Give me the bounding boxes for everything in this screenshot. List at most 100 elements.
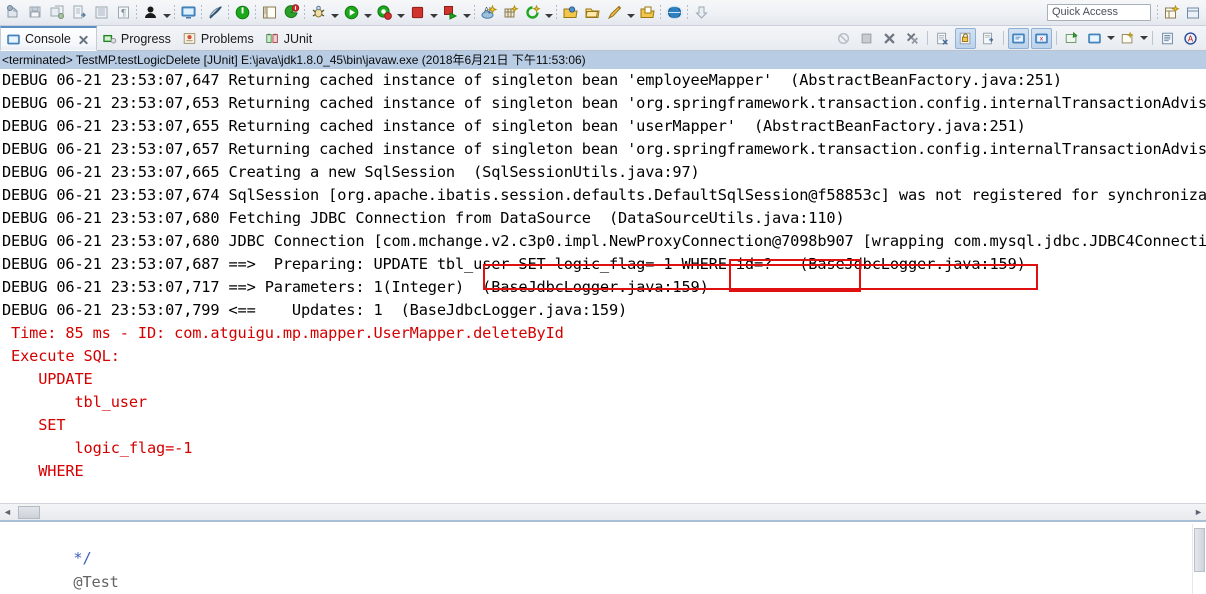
view-tab-bar: Console Progress Problems JUnit x A bbox=[0, 26, 1206, 51]
tab-problems-label: Problems bbox=[200, 31, 254, 46]
show-console-on-error-icon[interactable]: x bbox=[1031, 27, 1052, 49]
tab-junit[interactable]: JUnit bbox=[260, 26, 318, 51]
console-line: SET bbox=[2, 416, 66, 434]
toolbar-separator bbox=[1053, 28, 1060, 49]
toolbar-separator bbox=[924, 28, 931, 49]
coverage-icon[interactable] bbox=[373, 2, 395, 24]
tab-problems[interactable]: Problems bbox=[177, 26, 260, 51]
display-selected-console-icon[interactable] bbox=[1084, 28, 1105, 49]
console-line: DEBUG 06-21 23:53:07,674 SqlSession [org… bbox=[2, 186, 1206, 204]
console-line: DEBUG 06-21 23:53:07,653 Returning cache… bbox=[2, 94, 1206, 112]
next-annotation-icon[interactable] bbox=[690, 2, 712, 24]
scroll-lock-icon[interactable] bbox=[955, 27, 976, 49]
pen-dropdown-arrow[interactable] bbox=[625, 2, 636, 24]
quick-access-input[interactable]: Quick Access bbox=[1047, 4, 1151, 21]
console-output[interactable]: DEBUG 06-21 23:53:07,647 Returning cache… bbox=[0, 69, 1206, 503]
pen-icon[interactable] bbox=[603, 2, 625, 24]
print-icon[interactable] bbox=[90, 2, 112, 24]
tab-console[interactable]: Console bbox=[0, 26, 97, 51]
editor-comment-token: */ bbox=[64, 549, 92, 567]
user-dropdown-arrow[interactable] bbox=[161, 2, 172, 24]
user-icon[interactable] bbox=[139, 2, 161, 24]
main-toolbar: ¶ AJ Quick Access bbox=[0, 0, 1206, 26]
run-last-dropdown-arrow[interactable] bbox=[461, 2, 472, 24]
editor-scrollbar-thumb[interactable] bbox=[1194, 528, 1205, 572]
new-java-class-icon[interactable]: AJ bbox=[477, 2, 499, 24]
problems-icon bbox=[182, 31, 197, 46]
console-line: DEBUG 06-21 23:53:07,647 Returning cache… bbox=[2, 71, 1062, 89]
svg-text:x: x bbox=[1040, 35, 1044, 42]
skip-breakpoints-icon[interactable] bbox=[204, 2, 226, 24]
maven-icon[interactable] bbox=[280, 2, 302, 24]
terminate-all-icon[interactable] bbox=[833, 28, 854, 49]
refresh-dropdown-arrow[interactable] bbox=[543, 2, 554, 24]
console-line: WHERE bbox=[2, 462, 84, 480]
display-console-dropdown-arrow[interactable] bbox=[1106, 28, 1116, 49]
scrollbar-thumb[interactable] bbox=[18, 505, 40, 519]
editor-pane[interactable]: */ @Test public void testMySqlInjector()… bbox=[0, 520, 1206, 594]
tab-junit-label: JUnit bbox=[283, 31, 313, 46]
word-wrap-icon[interactable] bbox=[978, 28, 999, 49]
save-icon[interactable] bbox=[24, 2, 46, 24]
tab-progress[interactable]: Progress bbox=[97, 26, 177, 51]
open-type-icon[interactable] bbox=[559, 2, 581, 24]
toolbar-separator bbox=[1149, 28, 1156, 49]
tab-console-label: Console bbox=[25, 32, 71, 46]
tab-progress-label: Progress bbox=[120, 31, 171, 46]
remove-all-launches-icon[interactable] bbox=[902, 28, 923, 49]
export-icon[interactable] bbox=[68, 2, 90, 24]
open-resource-icon[interactable] bbox=[636, 2, 658, 24]
new-wizard-icon[interactable] bbox=[2, 2, 24, 24]
globe-icon[interactable] bbox=[663, 2, 685, 24]
clear-console-icon[interactable] bbox=[932, 28, 953, 49]
console-line: DEBUG 06-21 23:53:07,680 JDBC Connection… bbox=[2, 232, 1206, 250]
run-dropdown-arrow[interactable] bbox=[362, 2, 373, 24]
svg-text:¶: ¶ bbox=[120, 9, 126, 19]
coverage-dropdown-arrow[interactable] bbox=[395, 2, 406, 24]
console-line: Time: 85 ms - ID: com.atguigu.mp.mapper.… bbox=[2, 324, 564, 342]
terminate-dropdown-arrow[interactable] bbox=[428, 2, 439, 24]
scroll-right-arrow-icon[interactable]: ► bbox=[1191, 505, 1206, 520]
editor-annotation-token: @Test bbox=[64, 573, 119, 591]
remove-launch-icon[interactable] bbox=[856, 28, 877, 49]
new-package-icon[interactable] bbox=[499, 2, 521, 24]
scrollbar-track[interactable] bbox=[15, 505, 1191, 520]
open-perspective-icon[interactable] bbox=[258, 2, 280, 24]
scroll-left-arrow-icon[interactable]: ◄ bbox=[0, 505, 15, 520]
java-ee-perspective-icon[interactable] bbox=[1182, 2, 1204, 24]
editor-line: public void testMySqlInjector() { bbox=[0, 570, 1206, 594]
paragraph-icon[interactable]: ¶ bbox=[112, 2, 134, 24]
show-console-on-output-icon[interactable] bbox=[1008, 27, 1029, 49]
monitor-icon[interactable] bbox=[177, 2, 199, 24]
run-last-launched-icon[interactable] bbox=[439, 2, 461, 24]
green-server-icon[interactable] bbox=[231, 2, 253, 24]
junit-icon bbox=[265, 31, 280, 46]
close-icon[interactable] bbox=[77, 33, 90, 46]
console-icon bbox=[6, 32, 21, 47]
view-menu-icon[interactable] bbox=[1157, 28, 1178, 49]
progress-icon bbox=[102, 31, 117, 46]
console-line: DEBUG 06-21 23:53:07,655 Returning cache… bbox=[2, 117, 1026, 135]
console-line: DEBUG 06-21 23:53:07,687 ==> Preparing: … bbox=[2, 255, 1026, 273]
launch-status-line: <terminated> TestMP.testLogicDelete [JUn… bbox=[0, 51, 1206, 69]
ansi-console-icon[interactable]: A bbox=[1180, 28, 1201, 49]
console-line: UPDATE bbox=[2, 370, 93, 388]
console-horizontal-scrollbar[interactable]: ◄ ► bbox=[0, 503, 1206, 520]
toolbar-separator bbox=[1000, 28, 1007, 49]
debug-dropdown-arrow[interactable] bbox=[329, 2, 340, 24]
debug-bug-icon[interactable] bbox=[307, 2, 329, 24]
run-icon[interactable] bbox=[340, 2, 362, 24]
console-view-toolbar: x A bbox=[832, 26, 1206, 50]
open-console-icon[interactable] bbox=[1117, 28, 1138, 49]
open-perspective-button-icon[interactable] bbox=[1160, 2, 1182, 24]
save-all-icon[interactable] bbox=[46, 2, 68, 24]
open-console-dropdown-arrow[interactable] bbox=[1139, 28, 1149, 49]
refresh-icon[interactable] bbox=[521, 2, 543, 24]
console-line: DEBUG 06-21 23:53:07,717 ==> Parameters:… bbox=[2, 278, 709, 296]
remove-all-terminated-icon[interactable] bbox=[879, 28, 900, 49]
terminate-icon[interactable] bbox=[406, 2, 428, 24]
pin-console-icon[interactable] bbox=[1061, 28, 1082, 49]
editor-line: */ bbox=[0, 522, 1206, 567]
open-task-icon[interactable] bbox=[581, 2, 603, 24]
svg-text:A: A bbox=[1188, 34, 1194, 43]
